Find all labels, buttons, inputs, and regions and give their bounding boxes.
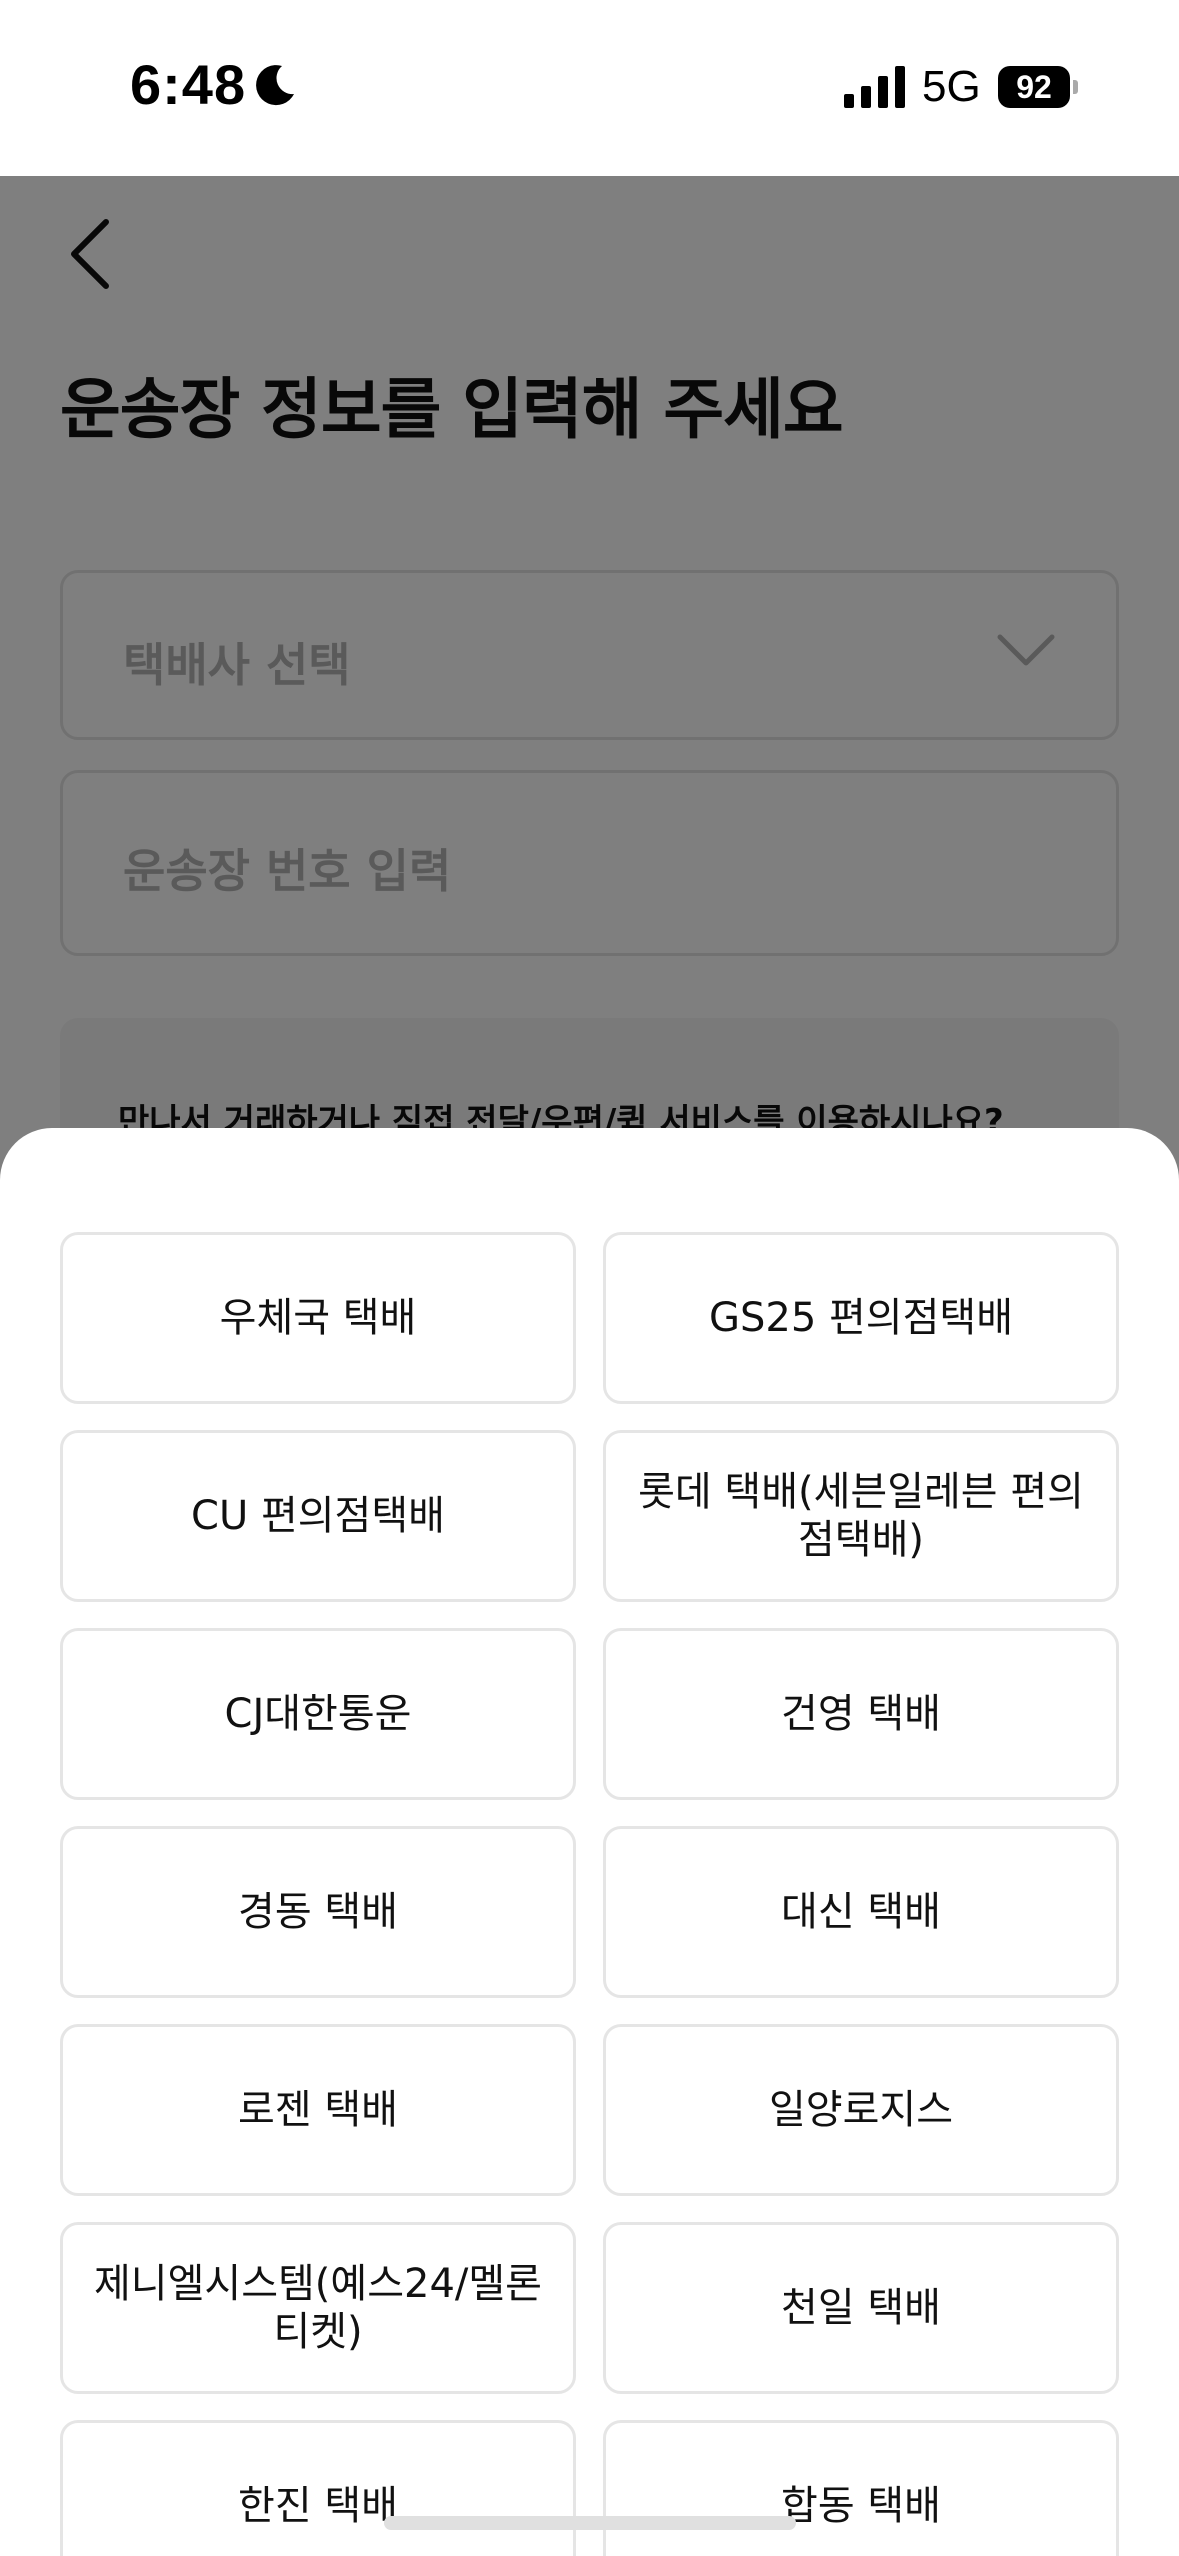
carrier-option-kyungdong[interactable]: 경동 택배 — [60, 1826, 576, 1998]
carrier-option-daesin[interactable]: 대신 택배 — [603, 1826, 1119, 1998]
signal-icon — [844, 66, 905, 108]
carrier-option-genie[interactable]: 제니엘시스템(예스24/멜론티켓) — [60, 2222, 576, 2394]
carrier-bottom-sheet: 우체국 택배 GS25 편의점택배 CU 편의점택배 롯데 택배(세븐일레븐 편… — [0, 1128, 1179, 2556]
carrier-option-ilyang[interactable]: 일양로지스 — [603, 2024, 1119, 2196]
carrier-option-cu[interactable]: CU 편의점택배 — [60, 1430, 576, 1602]
carrier-option-kunyoung[interactable]: 건영 택배 — [603, 1628, 1119, 1800]
status-bar: 6:48 5G 92 — [0, 0, 1179, 176]
carrier-option-logen[interactable]: 로젠 택배 — [60, 2024, 576, 2196]
carrier-option-lotte[interactable]: 롯데 택배(세븐일레븐 편의점택배) — [603, 1430, 1119, 1602]
battery-tip — [1073, 80, 1078, 94]
carrier-option-epost[interactable]: 우체국 택배 — [60, 1232, 576, 1404]
carrier-grid: 우체국 택배 GS25 편의점택배 CU 편의점택배 롯데 택배(세븐일레븐 편… — [60, 1232, 1119, 2556]
battery-icon: 92 — [998, 66, 1078, 108]
status-time: 6:48 — [130, 53, 247, 116]
carrier-option-cj[interactable]: CJ대한통운 — [60, 1628, 576, 1800]
moon-icon — [256, 65, 294, 106]
carrier-option-hanjin[interactable]: 한진 택배 — [60, 2420, 576, 2556]
carrier-option-hapdong[interactable]: 합동 택배 — [603, 2420, 1119, 2556]
carrier-option-chunil[interactable]: 천일 택배 — [603, 2222, 1119, 2394]
network-label: 5G — [922, 62, 981, 111]
battery-level: 92 — [998, 66, 1070, 108]
home-indicator — [384, 2516, 796, 2530]
carrier-option-gs25[interactable]: GS25 편의점택배 — [603, 1232, 1119, 1404]
